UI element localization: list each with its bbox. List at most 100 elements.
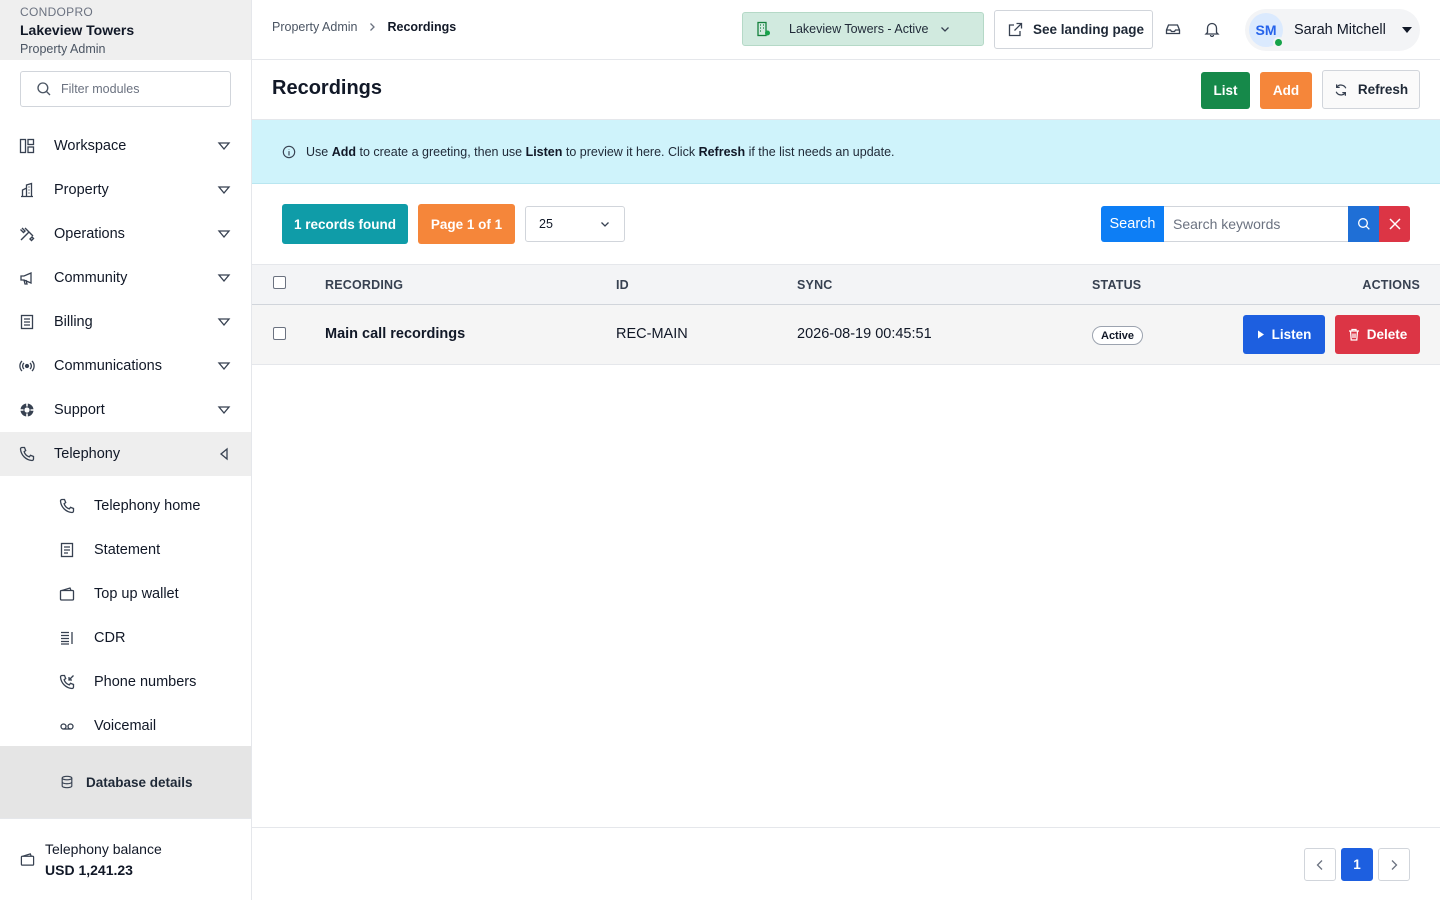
caret-down-icon (217, 183, 231, 197)
sidebar-subitem-phone-numbers[interactable]: Phone numbers (0, 660, 251, 704)
sidebar-subitem-label: Telephony home (94, 498, 201, 514)
delete-button[interactable]: Delete (1335, 315, 1420, 354)
sidebar-item-label: Workspace (54, 138, 127, 154)
sidebar-item-community[interactable]: Community (0, 256, 251, 300)
chevron-right-icon (367, 22, 377, 32)
database-details-link[interactable]: Database details (0, 746, 251, 818)
filter-placeholder: Filter modules (61, 82, 140, 96)
list-button[interactable]: List (1201, 72, 1250, 109)
caret-down-icon (217, 403, 231, 417)
sidebar-subitem-cdr[interactable]: CDR (0, 616, 251, 660)
list-icon (58, 629, 76, 647)
sidebar-subitem-label: CDR (94, 630, 126, 646)
sidebar-item-communications[interactable]: Communications (0, 344, 251, 388)
property-name: Lakeview Towers (20, 22, 135, 38)
voicemail-icon (58, 717, 76, 735)
sidebar-nav: Workspace Property Operations Community … (0, 124, 251, 748)
layout-icon (18, 137, 36, 155)
avatar: SM (1249, 13, 1284, 48)
sidebar-item-support[interactable]: Support (0, 388, 251, 432)
user-menu[interactable]: SM Sarah Mitchell (1245, 9, 1420, 51)
user-role: Property Admin (20, 42, 106, 56)
sidebar-item-property[interactable]: Property (0, 168, 251, 212)
tools-icon (18, 225, 36, 243)
phone-icon (18, 445, 36, 463)
bell-icon[interactable] (1202, 19, 1222, 39)
search-submit-button[interactable] (1348, 206, 1379, 242)
database-details-label: Database details (86, 774, 193, 790)
sidebar-item-label: Community (54, 270, 128, 286)
info-text-part: if the list needs an update. (745, 144, 895, 159)
chevron-down-icon (600, 219, 610, 229)
balance-value: USD 1,241.23 (45, 861, 133, 878)
recording-name: Main call recordings (325, 326, 466, 342)
search-button[interactable]: Search (1101, 206, 1164, 242)
property-select[interactable]: Lakeview Towers - Active (742, 12, 984, 46)
breadcrumb-property-admin[interactable]: Property Admin (272, 20, 357, 34)
sidebar-item-billing[interactable]: Billing (0, 300, 251, 344)
listen-label: Listen (1271, 327, 1312, 342)
column-header-recording[interactable]: RECORDING (325, 278, 403, 292)
sidebar-subitem-statement[interactable]: Statement (0, 528, 251, 572)
table-row: Main call recordings REC-MAIN 2026-08-19… (252, 305, 1440, 365)
receipt-icon (18, 313, 36, 331)
select-all-checkbox[interactable] (273, 276, 286, 289)
sidebar-subitem-top-up-wallet[interactable]: Top up wallet (0, 572, 251, 616)
online-status-dot (1273, 37, 1284, 48)
info-icon (282, 145, 296, 159)
property-select-value: Lakeview Towers - Active (789, 22, 929, 36)
row-checkbox[interactable] (273, 327, 286, 340)
status-badge: Active (1092, 326, 1144, 345)
per-page-select[interactable]: 25 (525, 206, 625, 242)
sidebar-item-label: Billing (54, 314, 93, 330)
add-button[interactable]: Add (1260, 72, 1312, 109)
chevron-right-icon (1389, 859, 1399, 871)
telephony-submenu: Telephony home Statement Top up wallet C… (0, 476, 251, 748)
sidebar-subitem-label: Statement (94, 542, 161, 558)
column-header-id[interactable]: ID (616, 278, 629, 292)
listen-button[interactable]: Listen (1243, 315, 1325, 354)
sidebar-item-telephony[interactable]: Telephony (0, 432, 251, 476)
recording-id: REC-MAIN (616, 326, 688, 342)
sidebar: CONDOPRO Lakeview Towers Property Admin … (0, 0, 252, 900)
sidebar-subitem-label: Phone numbers (94, 674, 197, 690)
info-banner: Use Add to create a greeting, then use L… (252, 120, 1440, 184)
breadcrumb-current: Recordings (387, 20, 457, 34)
close-icon (1388, 217, 1402, 231)
megaphone-icon (18, 269, 36, 287)
search-clear-button[interactable] (1379, 206, 1410, 242)
info-text: Use Add to create a greeting, then use L… (306, 145, 895, 159)
caret-down-icon (217, 315, 231, 329)
sidebar-subitem-telephony-home[interactable]: Telephony home (0, 484, 251, 528)
telephony-balance: Telephony balance USD 1,241.23 (0, 818, 251, 900)
see-landing-page-button[interactable]: See landing page (994, 10, 1153, 49)
search-input[interactable] (1164, 206, 1348, 242)
pagination-prev-button[interactable] (1304, 848, 1336, 881)
sidebar-item-workspace[interactable]: Workspace (0, 124, 251, 168)
sidebar-item-operations[interactable]: Operations (0, 212, 251, 256)
info-text-refresh: Refresh (698, 144, 746, 159)
table-footer: 1 (252, 827, 1440, 900)
refresh-icon (1334, 83, 1348, 97)
column-header-status[interactable]: STATUS (1092, 278, 1141, 292)
pagination-page-current[interactable]: 1 (1341, 848, 1373, 881)
refresh-label: Refresh (1357, 82, 1409, 97)
refresh-button[interactable]: Refresh (1322, 70, 1420, 109)
inbox-icon[interactable] (1163, 19, 1183, 39)
search-icon (1356, 216, 1372, 232)
lifebuoy-icon (18, 401, 36, 419)
phone-icon (58, 497, 76, 515)
building-check-icon (755, 21, 771, 37)
building-icon (18, 181, 36, 199)
play-icon (1257, 330, 1265, 339)
sidebar-subitem-voicemail[interactable]: Voicemail (0, 704, 251, 748)
caret-down-icon (217, 139, 231, 153)
records-found-badge: 1 records found (282, 204, 408, 244)
filter-modules-input[interactable]: Filter modules (20, 71, 231, 107)
page-info-badge: Page 1 of 1 (418, 204, 515, 244)
column-header-actions: ACTIONS (1362, 278, 1420, 292)
page-header: Recordings List Add Refresh (252, 60, 1440, 120)
column-header-sync[interactable]: SYNC (797, 278, 833, 292)
pagination-next-button[interactable] (1378, 848, 1410, 881)
info-text-add: Add (331, 144, 357, 159)
